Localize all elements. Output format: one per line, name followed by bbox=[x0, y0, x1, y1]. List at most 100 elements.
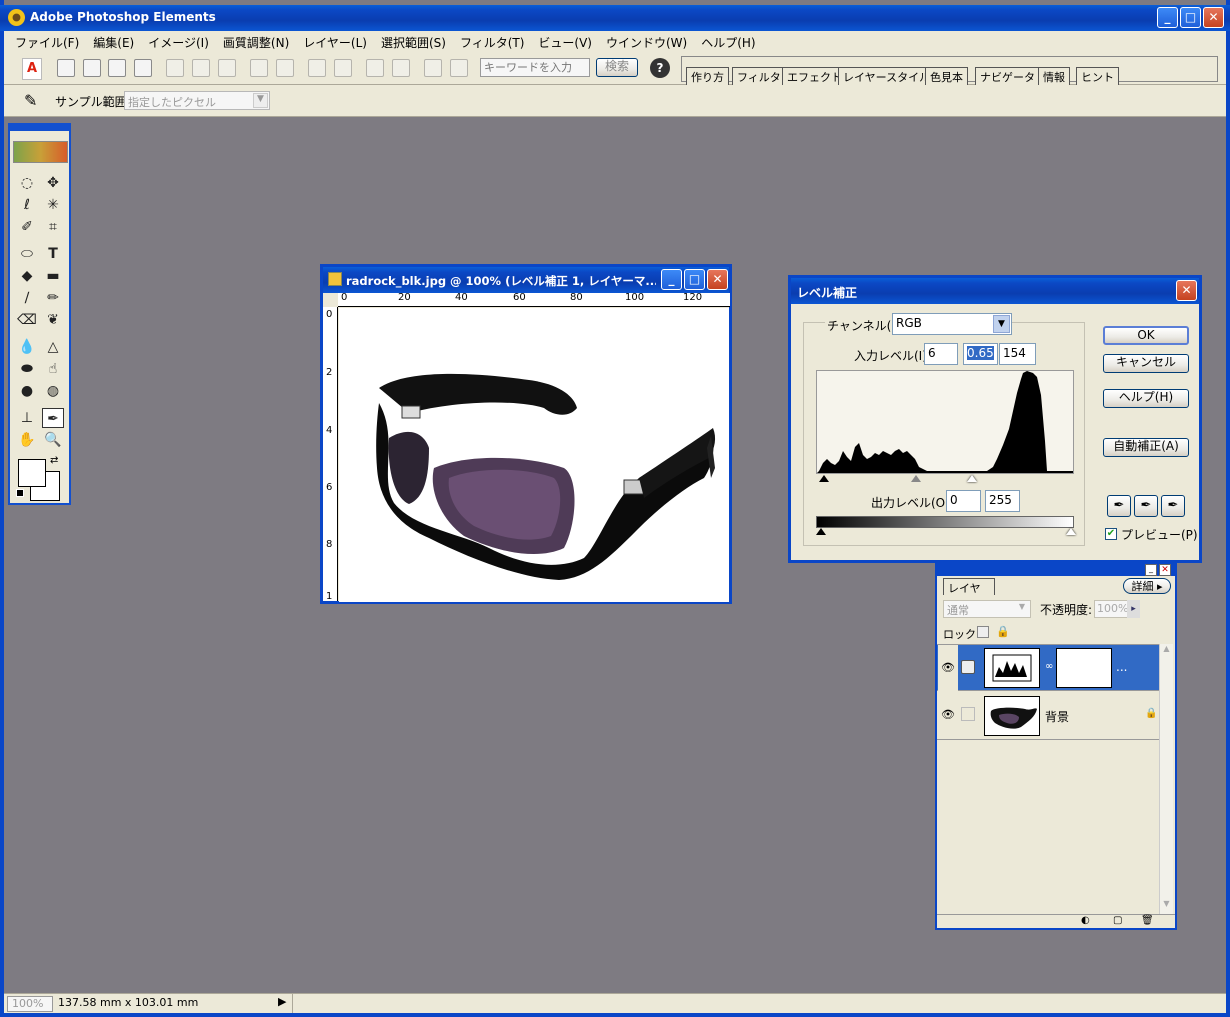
doc-maximize-button[interactable]: □ bbox=[684, 269, 705, 290]
tab-filters[interactable]: フィルタ bbox=[732, 67, 786, 85]
smudge-tool-icon[interactable]: ☝ bbox=[42, 359, 64, 379]
burn-tool-icon[interactable]: ● bbox=[16, 381, 38, 401]
menu-file[interactable]: ファイル(F) bbox=[8, 32, 86, 53]
marquee-tool-icon[interactable]: ◌ bbox=[16, 173, 38, 193]
layers-scrollbar[interactable]: ▲ ▼ bbox=[1159, 644, 1173, 914]
image-canvas[interactable] bbox=[339, 308, 729, 602]
search-button[interactable]: 検索 bbox=[596, 58, 638, 77]
status-menu-arrow-icon[interactable]: ▶ bbox=[278, 995, 286, 1008]
menu-view[interactable]: ビュー(V) bbox=[531, 32, 599, 53]
crop-tool-icon[interactable]: ⌗ bbox=[42, 217, 64, 237]
eye-icon[interactable]: 👁 bbox=[938, 645, 958, 691]
tab-layer-styles[interactable]: レイヤースタイル bbox=[838, 67, 936, 85]
input-white-field[interactable]: 154 bbox=[999, 343, 1036, 365]
scroll-up-icon[interactable]: ▲ bbox=[1160, 644, 1173, 658]
zoom-field[interactable]: 100% bbox=[7, 996, 53, 1012]
attach-icon[interactable] bbox=[276, 59, 294, 77]
black-eyedropper-button[interactable]: ✒ bbox=[1107, 495, 1131, 517]
input-gamma-field[interactable]: 0.65 bbox=[963, 343, 998, 365]
sharpen-tool-icon[interactable]: △ bbox=[42, 337, 64, 357]
sponge-tool-icon[interactable]: ⬬ bbox=[16, 359, 38, 379]
swap-colors-icon[interactable]: ⇄ bbox=[50, 455, 58, 466]
input-slider-track[interactable] bbox=[816, 475, 1074, 485]
levels-title-bar[interactable]: レベル補正 ✕ bbox=[791, 278, 1199, 304]
white-point-slider[interactable] bbox=[967, 475, 977, 482]
menu-image[interactable]: イメージ(I) bbox=[141, 32, 216, 53]
output-slider-track[interactable] bbox=[816, 528, 1076, 538]
preview-checkbox[interactable]: ✔ bbox=[1105, 528, 1117, 540]
layers-tab[interactable]: レイヤー bbox=[943, 578, 995, 611]
minimize-button[interactable]: _ bbox=[1157, 7, 1178, 28]
tab-navigator[interactable]: ナビゲータ bbox=[975, 67, 1040, 85]
undo-icon[interactable] bbox=[366, 59, 384, 77]
palette-minimize-icon[interactable]: _ bbox=[1145, 564, 1157, 576]
document-title-bar[interactable]: radrock_blk.jpg @ 100% (レベル補正 1, レイヤーマ..… bbox=[323, 267, 729, 293]
blend-mode-select[interactable]: 通常 ▼ bbox=[943, 600, 1031, 618]
lock-all-icon[interactable]: 🔒 bbox=[996, 625, 1010, 638]
import-icon[interactable] bbox=[134, 59, 152, 77]
stamp-tool-icon[interactable]: ⊥ bbox=[16, 408, 38, 428]
menu-enhance[interactable]: 画質調整(N) bbox=[216, 32, 296, 53]
lasso-tool-icon[interactable]: ℓ bbox=[16, 195, 38, 215]
new-layer-icon[interactable]: ▢ bbox=[1113, 915, 1122, 926]
menu-filter[interactable]: フィルタ(T) bbox=[453, 32, 531, 53]
trash-icon[interactable]: 🗑 bbox=[1141, 915, 1154, 926]
tab-howto[interactable]: 作り方 bbox=[686, 67, 729, 85]
output-black-slider[interactable] bbox=[816, 528, 826, 535]
ok-button[interactable]: OK bbox=[1103, 326, 1189, 345]
paint-bucket-tool-icon[interactable]: ◆ bbox=[16, 266, 38, 286]
scroll-down-icon[interactable]: ▼ bbox=[1160, 899, 1173, 913]
white-eyedropper-button[interactable]: ✒ bbox=[1161, 495, 1185, 517]
mask-link-icon[interactable] bbox=[961, 660, 975, 674]
levels-close-button[interactable]: ✕ bbox=[1176, 280, 1197, 301]
layer-row[interactable]: 👁 ∞ ... bbox=[937, 645, 1159, 691]
menu-select[interactable]: 選択範囲(S) bbox=[374, 32, 453, 53]
hand-tool-icon[interactable]: ✋ bbox=[16, 430, 38, 450]
sample-size-select[interactable]: 指定したピクセル ▼ bbox=[124, 91, 270, 110]
output-white-slider[interactable] bbox=[1066, 528, 1076, 535]
dodge-tool-icon[interactable]: ◍ bbox=[42, 381, 64, 401]
auto-button[interactable]: 自動補正(A) bbox=[1103, 438, 1189, 457]
save-icon[interactable] bbox=[166, 59, 184, 77]
search-input[interactable] bbox=[480, 58, 590, 77]
pdf-icon[interactable] bbox=[218, 59, 236, 77]
shape-tool-icon[interactable]: ⬭ bbox=[16, 244, 38, 264]
new-adjustment-layer-icon[interactable]: ◐ bbox=[1081, 915, 1090, 926]
opacity-field[interactable]: 100% bbox=[1094, 600, 1128, 618]
eyedropper-tool-icon[interactable]: ✎ bbox=[24, 91, 37, 110]
opacity-arrow-icon[interactable]: ▸ bbox=[1127, 600, 1140, 618]
close-button[interactable]: ✕ bbox=[1203, 7, 1224, 28]
zoom-tool-icon[interactable]: 🔍 bbox=[42, 430, 64, 450]
print-icon[interactable] bbox=[308, 59, 326, 77]
email-icon[interactable] bbox=[250, 59, 268, 77]
quickfix-icon[interactable] bbox=[424, 59, 442, 77]
output-black-field[interactable]: 0 bbox=[946, 490, 981, 512]
blur-tool-icon[interactable]: 💧 bbox=[16, 337, 38, 357]
browse-icon[interactable] bbox=[108, 59, 126, 77]
menu-window[interactable]: ウインドウ(W) bbox=[599, 32, 694, 53]
open-file-icon[interactable] bbox=[83, 59, 101, 77]
input-black-field[interactable]: 6 bbox=[924, 343, 958, 365]
brush-tool-icon[interactable]: ∕ bbox=[16, 288, 38, 308]
type-tool-icon[interactable]: T bbox=[42, 244, 64, 264]
tab-swatches[interactable]: 色見本 bbox=[925, 67, 968, 85]
move-tool-icon[interactable]: ✥ bbox=[42, 173, 64, 193]
help-icon[interactable]: ? bbox=[650, 58, 670, 78]
gamma-slider[interactable] bbox=[911, 475, 921, 482]
channel-select[interactable]: RGB ▼ bbox=[892, 313, 1012, 335]
gradient-tool-icon[interactable]: ▬ bbox=[42, 266, 64, 286]
layers-palette-header[interactable]: _ ✕ bbox=[937, 564, 1175, 576]
black-point-slider[interactable] bbox=[819, 475, 829, 482]
help-button[interactable]: ヘルプ(H) bbox=[1103, 389, 1189, 408]
impressionist-brush-icon[interactable]: ❦ bbox=[42, 310, 64, 330]
print-preview-icon[interactable] bbox=[334, 59, 352, 77]
selection-brush-tool-icon[interactable]: ✐ bbox=[16, 217, 38, 237]
save-web-icon[interactable] bbox=[192, 59, 210, 77]
link-box-icon[interactable] bbox=[961, 707, 975, 721]
menu-layer[interactable]: レイヤー(L) bbox=[296, 32, 374, 53]
quickfix2-icon[interactable] bbox=[450, 59, 468, 77]
magic-wand-tool-icon[interactable]: ✳ bbox=[42, 195, 64, 215]
cancel-button[interactable]: キャンセル bbox=[1103, 354, 1189, 373]
tab-hints[interactable]: ヒント bbox=[1076, 67, 1119, 85]
eraser-tool-icon[interactable]: ⌫ bbox=[16, 310, 38, 330]
